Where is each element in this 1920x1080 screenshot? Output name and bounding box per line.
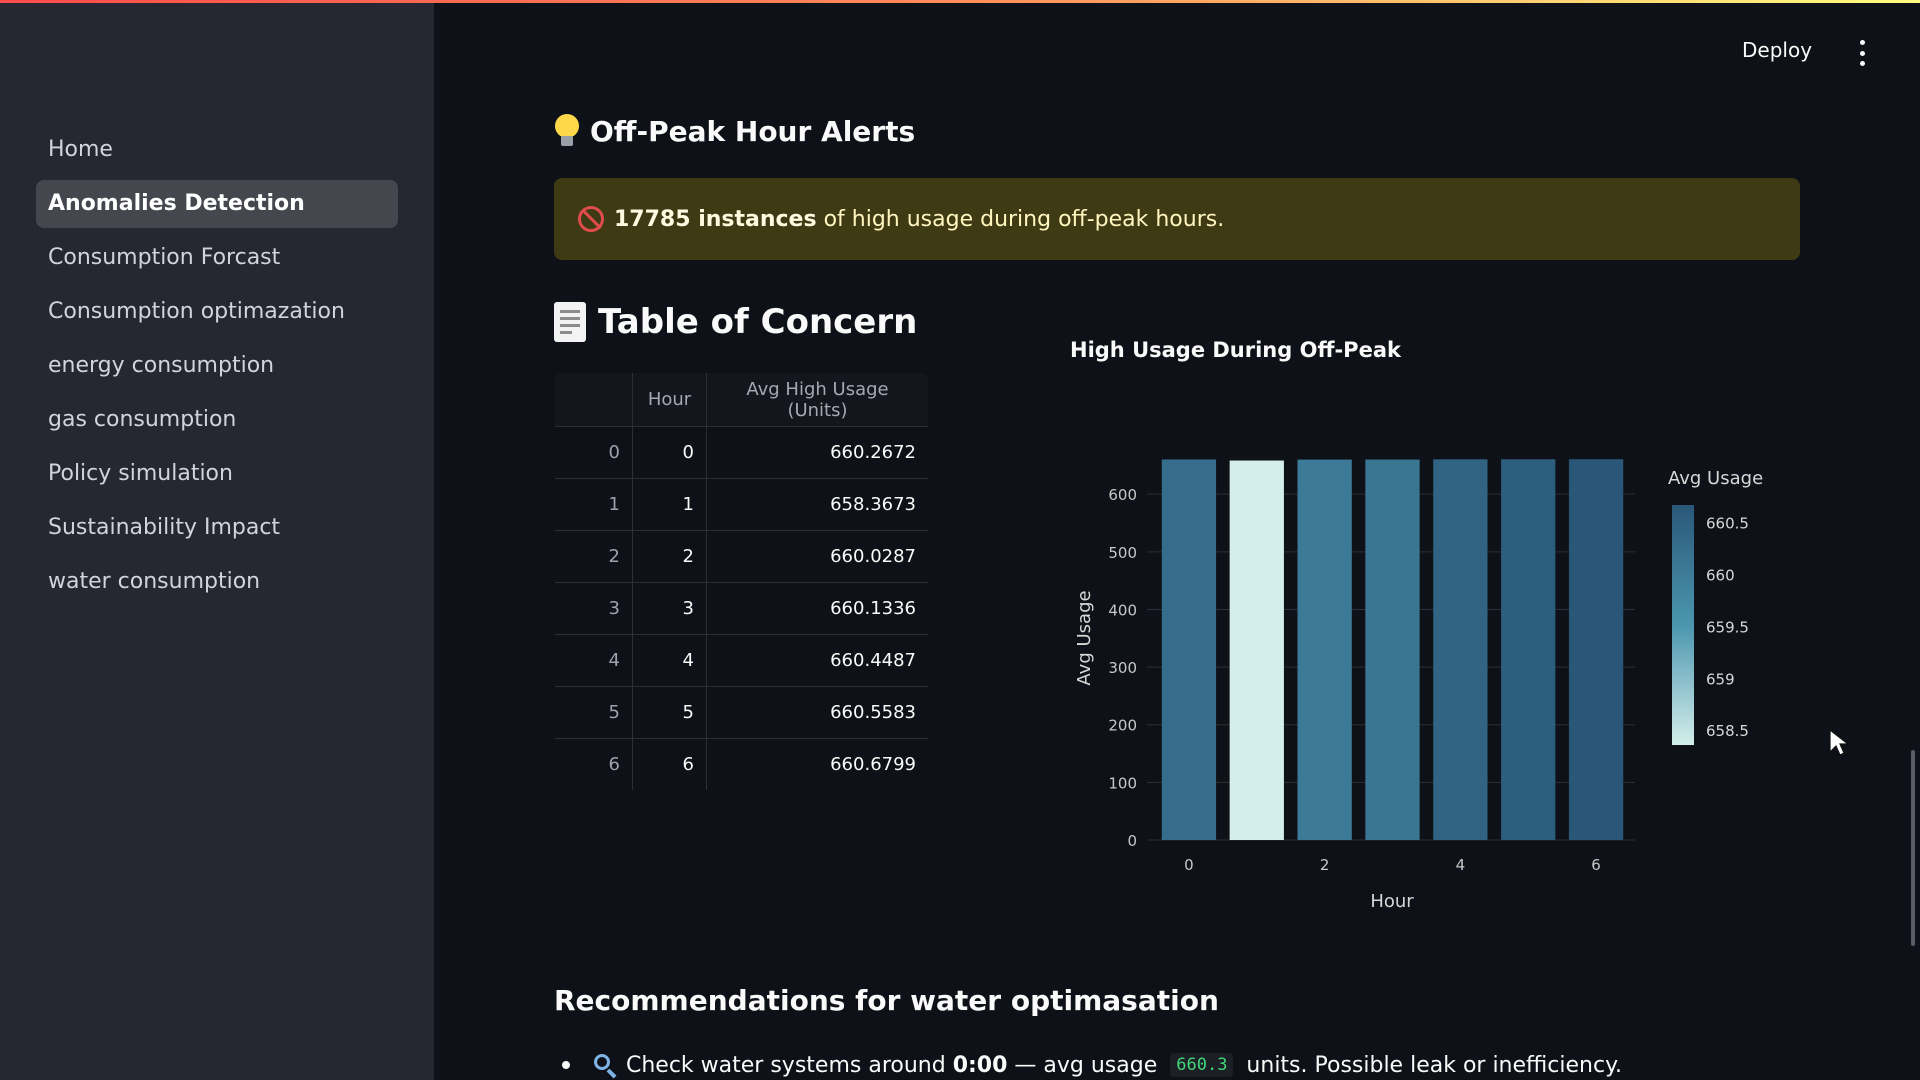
table-row: 2 2 660.0287 [555,530,928,583]
sidebar-item-consumption-optimazation[interactable]: Consumption optimazation [36,288,398,336]
cell-avg-usage[interactable]: 660.6799 [706,738,928,790]
sidebar-item-gas-consumption[interactable]: gas consumption [36,396,398,444]
cell-hour[interactable]: 1 [632,478,707,531]
reco-text-mid: — avg usage [1007,1052,1165,1078]
chart-title: High Usage During Off-Peak [1070,338,1401,362]
alerts-heading: Off-Peak Hour Alerts [554,114,915,148]
cell-hour[interactable]: 0 [632,426,707,479]
cell-hour[interactable]: 2 [632,530,707,583]
sidebar-nav: Home Anomalies Detection Consumption For… [36,126,398,612]
row-index: 5 [555,686,633,739]
concern-table[interactable]: Hour Avg High Usage (Units) 0 0 660.2672… [554,372,929,791]
bar[interactable] [1229,460,1284,840]
x-tick-label: 0 [1184,856,1194,874]
receipt-icon [554,302,586,342]
bar-chart[interactable]: 6 4 2 0 600 500 400 300 200 100 0 Avg Usage Hour A… [1060,380,1780,930]
sidebar-item-home[interactable]: Home [36,126,398,174]
mouse-cursor-icon [1829,728,1850,756]
y-tick-label: 100 [1108,774,1137,792]
colorbar-tick-label: 659.5 [1706,618,1749,636]
colorbar-tick-label: 660.5 [1706,515,1749,533]
cell-avg-usage[interactable]: 660.5583 [706,686,928,739]
y-tick-label: 400 [1108,601,1137,619]
reco-hour: 0:00 [952,1052,1008,1078]
bar[interactable] [1365,459,1420,840]
bar[interactable] [1501,459,1556,840]
cell-hour[interactable]: 6 [632,738,707,790]
reco-text-pre: Check water systems around [626,1052,953,1078]
cell-avg-usage[interactable]: 660.1336 [706,582,928,635]
sidebar-item-anomalies-detection[interactable]: Anomalies Detection [36,180,398,228]
sidebar-item-energy-consumption[interactable]: energy consumption [36,342,398,390]
y-axis-label: Avg Usage [1074,590,1095,685]
row-index: 2 [555,530,633,583]
colorbar-tick-label: 658.5 [1706,722,1749,740]
row-index: 0 [555,426,633,479]
column-header-hour[interactable]: Hour [632,373,707,427]
cell-hour[interactable]: 3 [632,582,707,635]
cell-avg-usage[interactable]: 660.2672 [706,426,928,479]
table-row: 6 6 660.6799 [555,738,928,790]
row-index: 6 [555,738,633,790]
cell-avg-usage[interactable]: 660.0287 [706,530,928,583]
top-accent-bar [0,0,1920,3]
cell-hour[interactable]: 5 [632,686,707,739]
x-tick-label: 6 [1591,856,1601,874]
colorbar-title: Avg Usage [1668,468,1763,489]
alerts-heading-text: Off-Peak Hour Alerts [590,114,916,148]
y-tick-label: 200 [1108,717,1137,735]
table-header-row: Hour Avg High Usage (Units) [555,373,928,427]
column-header-index[interactable] [555,373,633,427]
deploy-button[interactable]: Deploy [1742,38,1812,62]
sidebar-item-policy-simulation[interactable]: Policy simulation [36,450,398,498]
sidebar-item-water-consumption[interactable]: water consumption [36,558,398,606]
colorbar-tick-label: 659 [1706,670,1735,688]
cell-avg-usage[interactable]: 660.4487 [706,634,928,687]
y-tick-label: 300 [1108,659,1137,677]
bar[interactable] [1297,459,1352,840]
recommendations-heading: Recommendations for water optimasation [554,984,1219,1017]
cell-hour[interactable]: 4 [632,634,707,687]
colorbar [1672,505,1694,745]
table-row: 1 1 658.3673 [555,478,928,531]
y-tick-label: 600 [1108,486,1137,504]
table-heading: Table of Concern [554,302,917,342]
row-index: 3 [555,582,633,635]
cell-avg-usage[interactable]: 658.3673 [706,478,928,531]
sidebar: Home Anomalies Detection Consumption For… [0,0,434,1080]
bar[interactable] [1568,459,1624,840]
reco-text-post: units. Possible leak or inefficiency. [1239,1052,1622,1078]
table-row: 0 0 660.2672 [555,426,928,479]
bar[interactable] [1433,459,1488,840]
table-heading-text: Table of Concern [598,302,918,342]
table-row: 5 5 660.5583 [555,686,928,739]
colorbar-tick-label: 660 [1706,567,1735,585]
vertical-dots-icon[interactable] [1854,40,1870,66]
row-index: 4 [555,634,633,687]
y-tick-label: 0 [1127,832,1137,850]
lightbulb-icon [554,114,580,148]
alert-count: 17785 instances [614,206,817,232]
y-tick-label: 500 [1108,544,1137,562]
list-item: Check water systems around 0:00 — avg us… [554,1052,1622,1079]
x-tick-label: 4 [1456,856,1466,874]
alert-message: of high usage during off-peak hours. [816,206,1225,232]
bar[interactable] [1161,459,1217,840]
warning-alert: 17785 instances of high usage during off… [554,178,1800,260]
sidebar-item-consumption-forcast[interactable]: Consumption Forcast [36,234,398,282]
scrollbar-thumb[interactable] [1911,750,1915,946]
column-header-avg-usage[interactable]: Avg High Usage (Units) [706,373,928,427]
x-axis-label: Hour [1370,891,1414,912]
bullet-dot [562,1061,570,1069]
recommendations-list: Check water systems around 0:00 — avg us… [554,1052,1622,1079]
table-row: 3 3 660.1336 [555,582,928,635]
reco-usage-value: 660.3 [1170,1053,1234,1077]
magnifier-icon [592,1052,618,1079]
x-tick-label: 2 [1320,856,1330,874]
sidebar-item-sustainability-impact[interactable]: Sustainability Impact [36,504,398,552]
row-index: 1 [555,478,633,531]
no-entry-icon [578,206,604,232]
table-row: 4 4 660.4487 [555,634,928,687]
